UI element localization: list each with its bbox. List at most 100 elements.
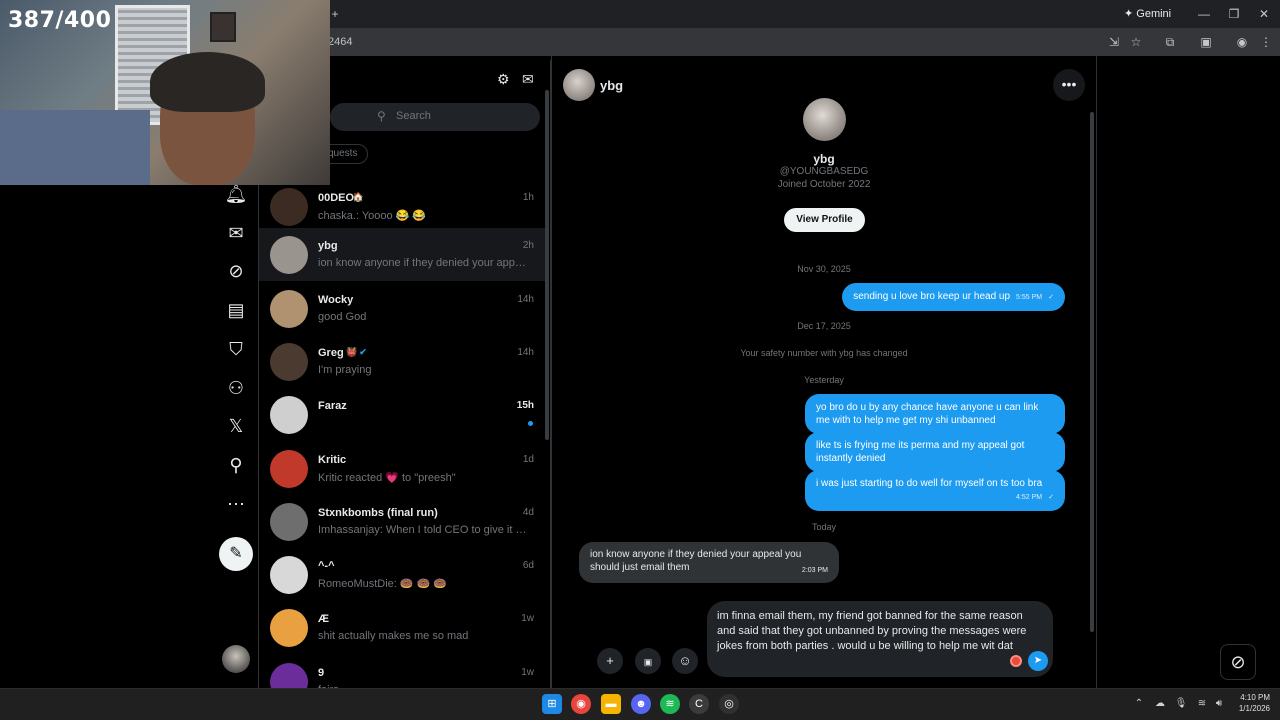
- more-icon[interactable]: ⋯: [224, 492, 248, 516]
- bookmark-icon[interactable]: ⛉: [224, 337, 248, 361]
- chrome-icon[interactable]: ◉: [571, 694, 591, 714]
- compose-post-button[interactable]: ✎: [219, 537, 253, 571]
- spotify-icon[interactable]: ≋: [660, 694, 680, 714]
- conversation-row[interactable]: Greg 👹 ✔ 14h I'm praying: [259, 335, 545, 388]
- conversation-avatar[interactable]: [270, 236, 308, 274]
- message-bubble-sent[interactable]: like ts is frying me its perma and my ap…: [805, 432, 1065, 472]
- file-explorer-icon[interactable]: ▬: [601, 694, 621, 714]
- conversation-avatar[interactable]: [270, 556, 308, 594]
- ccleaner-icon[interactable]: C: [689, 694, 709, 714]
- lists-icon[interactable]: ▤: [224, 298, 248, 322]
- message-bubble-sent[interactable]: sending u love bro keep ur head up 5:55 P…: [842, 283, 1065, 311]
- message-bubble-sent[interactable]: i was just starting to do well for mysel…: [805, 470, 1065, 511]
- chat-avatar[interactable]: [563, 69, 595, 101]
- conversation-avatar[interactable]: [270, 343, 308, 381]
- restore-icon[interactable]: ❐: [1226, 6, 1242, 22]
- message-text: like ts is frying me its perma and my ap…: [816, 440, 1025, 464]
- search-icon: ⚲: [377, 109, 386, 123]
- profile-handle: @YOUNGBASEDG: [779, 166, 869, 177]
- sparkle-icon: ✦: [1124, 8, 1137, 20]
- conversation-avatar[interactable]: [270, 290, 308, 328]
- conversation-name: Kritic: [318, 454, 347, 466]
- message-input-text[interactable]: im finna email them, my friend got banne…: [717, 609, 1037, 654]
- clock-date[interactable]: 1/1/2026: [1226, 704, 1270, 713]
- emoji-button[interactable]: ☺: [672, 648, 698, 674]
- conversation-avatar[interactable]: [270, 450, 308, 488]
- conversation-avatar[interactable]: [270, 609, 308, 647]
- conversation-row[interactable]: Wocky 14h good God: [259, 282, 545, 335]
- list-scrollbar[interactable]: [545, 90, 549, 440]
- gemini-button[interactable]: ✦ Gemini: [1124, 7, 1171, 20]
- verified-badge-icon: ✔: [359, 347, 367, 357]
- message-bubble-sent[interactable]: yo bro do u by any chance have anyone u …: [805, 394, 1065, 434]
- add-attachment-button[interactable]: +: [597, 648, 623, 674]
- conversation-row[interactable]: Faraz 15h: [259, 388, 545, 441]
- name-emoji: 🏠: [352, 192, 364, 202]
- unread-dot: [528, 421, 533, 426]
- install-app-icon[interactable]: ⇲: [1106, 34, 1122, 50]
- gif-button[interactable]: ▣: [635, 648, 661, 674]
- conversation-row[interactable]: ybg 2h ion know anyone if they denied your…: [259, 228, 545, 281]
- profile-avatar-icon[interactable]: ◉: [1234, 34, 1250, 50]
- conversation-row[interactable]: 00DEO 🏠 1h chaska.: Yoooo 😂 😂: [259, 180, 545, 233]
- tray-overflow-icon[interactable]: ⌃: [1132, 697, 1146, 711]
- view-profile-button[interactable]: View Profile: [784, 208, 865, 232]
- message-timestamp: 2:03 PM: [801, 567, 828, 574]
- minimize-icon[interactable]: —: [1196, 6, 1212, 22]
- account-avatar[interactable]: [222, 645, 250, 673]
- search-input[interactable]: [330, 103, 540, 131]
- panel-divider: [1096, 56, 1097, 688]
- windows-start-icon[interactable]: ⊞: [542, 694, 562, 714]
- conversation-row[interactable]: Æ 1w shit actually makes me so mad: [259, 601, 545, 654]
- chat-scrollbar[interactable]: [1090, 112, 1094, 632]
- conversation-avatar[interactable]: [270, 396, 308, 434]
- grok-floating-button[interactable]: ⊘: [1220, 644, 1256, 680]
- conversation-preview: ion know anyone if they denied your appe…: [318, 257, 528, 269]
- bookmark-star-icon[interactable]: ☆: [1128, 34, 1144, 50]
- gear-icon[interactable]: ⚙: [497, 71, 510, 88]
- message-bubble-received[interactable]: ion know anyone if they denied your appe…: [579, 542, 839, 583]
- volume-icon[interactable]: 🔊︎: [1212, 697, 1226, 711]
- communities-icon[interactable]: ⚇: [224, 376, 248, 400]
- extensions-icon[interactable]: ⧉: [1162, 34, 1178, 50]
- send-button[interactable]: ➤: [1028, 651, 1048, 671]
- microphone-icon[interactable]: 🎙︎: [1174, 697, 1188, 711]
- side-panel-icon[interactable]: ▣: [1198, 34, 1214, 50]
- conversation-info-button[interactable]: •••: [1053, 69, 1085, 101]
- profile-icon[interactable]: ⚲: [224, 453, 248, 477]
- conversation-row[interactable]: Kritic 1d Kritic reacted 💗 to "preesh": [259, 442, 545, 495]
- chat-title[interactable]: ybg: [600, 78, 623, 93]
- new-message-icon[interactable]: ✉: [522, 71, 534, 88]
- profile-avatar[interactable]: [803, 98, 846, 141]
- search-placeholder: Search: [396, 110, 431, 122]
- bell-icon[interactable]: 🔔︎: [224, 182, 248, 206]
- clock-time[interactable]: 4:10 PM: [1226, 693, 1270, 702]
- onedrive-icon[interactable]: ☁: [1153, 697, 1167, 711]
- chrome-menu-icon[interactable]: ⋮: [1258, 34, 1274, 50]
- stream-counter: 387/400: [8, 8, 112, 33]
- x-logo-icon[interactable]: 𝕏: [224, 414, 248, 438]
- message-text: yo bro do u by any chance have anyone u …: [816, 402, 1039, 426]
- grammar-checker-icon[interactable]: [1010, 655, 1022, 667]
- mail-icon[interactable]: ✉: [224, 221, 248, 245]
- more-icon: •••: [1061, 76, 1077, 92]
- safety-notice: Your safety number with ybg has changed: [740, 348, 908, 358]
- grok-icon[interactable]: ⊘: [224, 259, 248, 283]
- conversation-row[interactable]: ^-^ 6d RomeoMustDie: 🍩 🍩 🍩: [259, 548, 545, 601]
- message-timestamp: 5:55 PM: [1016, 294, 1043, 301]
- conversation-row[interactable]: Stxnkbombs (final run) 4d Imhassanjay: Whe…: [259, 495, 545, 548]
- conversation-name: ^-^: [318, 560, 335, 572]
- address-bar[interactable]: 2464: [328, 36, 352, 48]
- profile-name: ybg: [813, 152, 835, 166]
- conversation-time: 1w: [521, 667, 534, 678]
- conversation-avatar[interactable]: [270, 503, 308, 541]
- conversation-time: 14h: [517, 294, 534, 305]
- wifi-icon[interactable]: ≋: [1195, 697, 1209, 711]
- seen-check-icon: ✓: [1048, 294, 1054, 301]
- discord-icon[interactable]: ☻: [631, 694, 651, 714]
- conversation-avatar[interactable]: [270, 188, 308, 226]
- conversation-preview: shit actually makes me so mad: [318, 630, 469, 642]
- conversation-name: Wocky: [318, 294, 354, 306]
- close-icon[interactable]: ✕: [1256, 6, 1272, 22]
- obs-icon[interactable]: ◎: [719, 694, 739, 714]
